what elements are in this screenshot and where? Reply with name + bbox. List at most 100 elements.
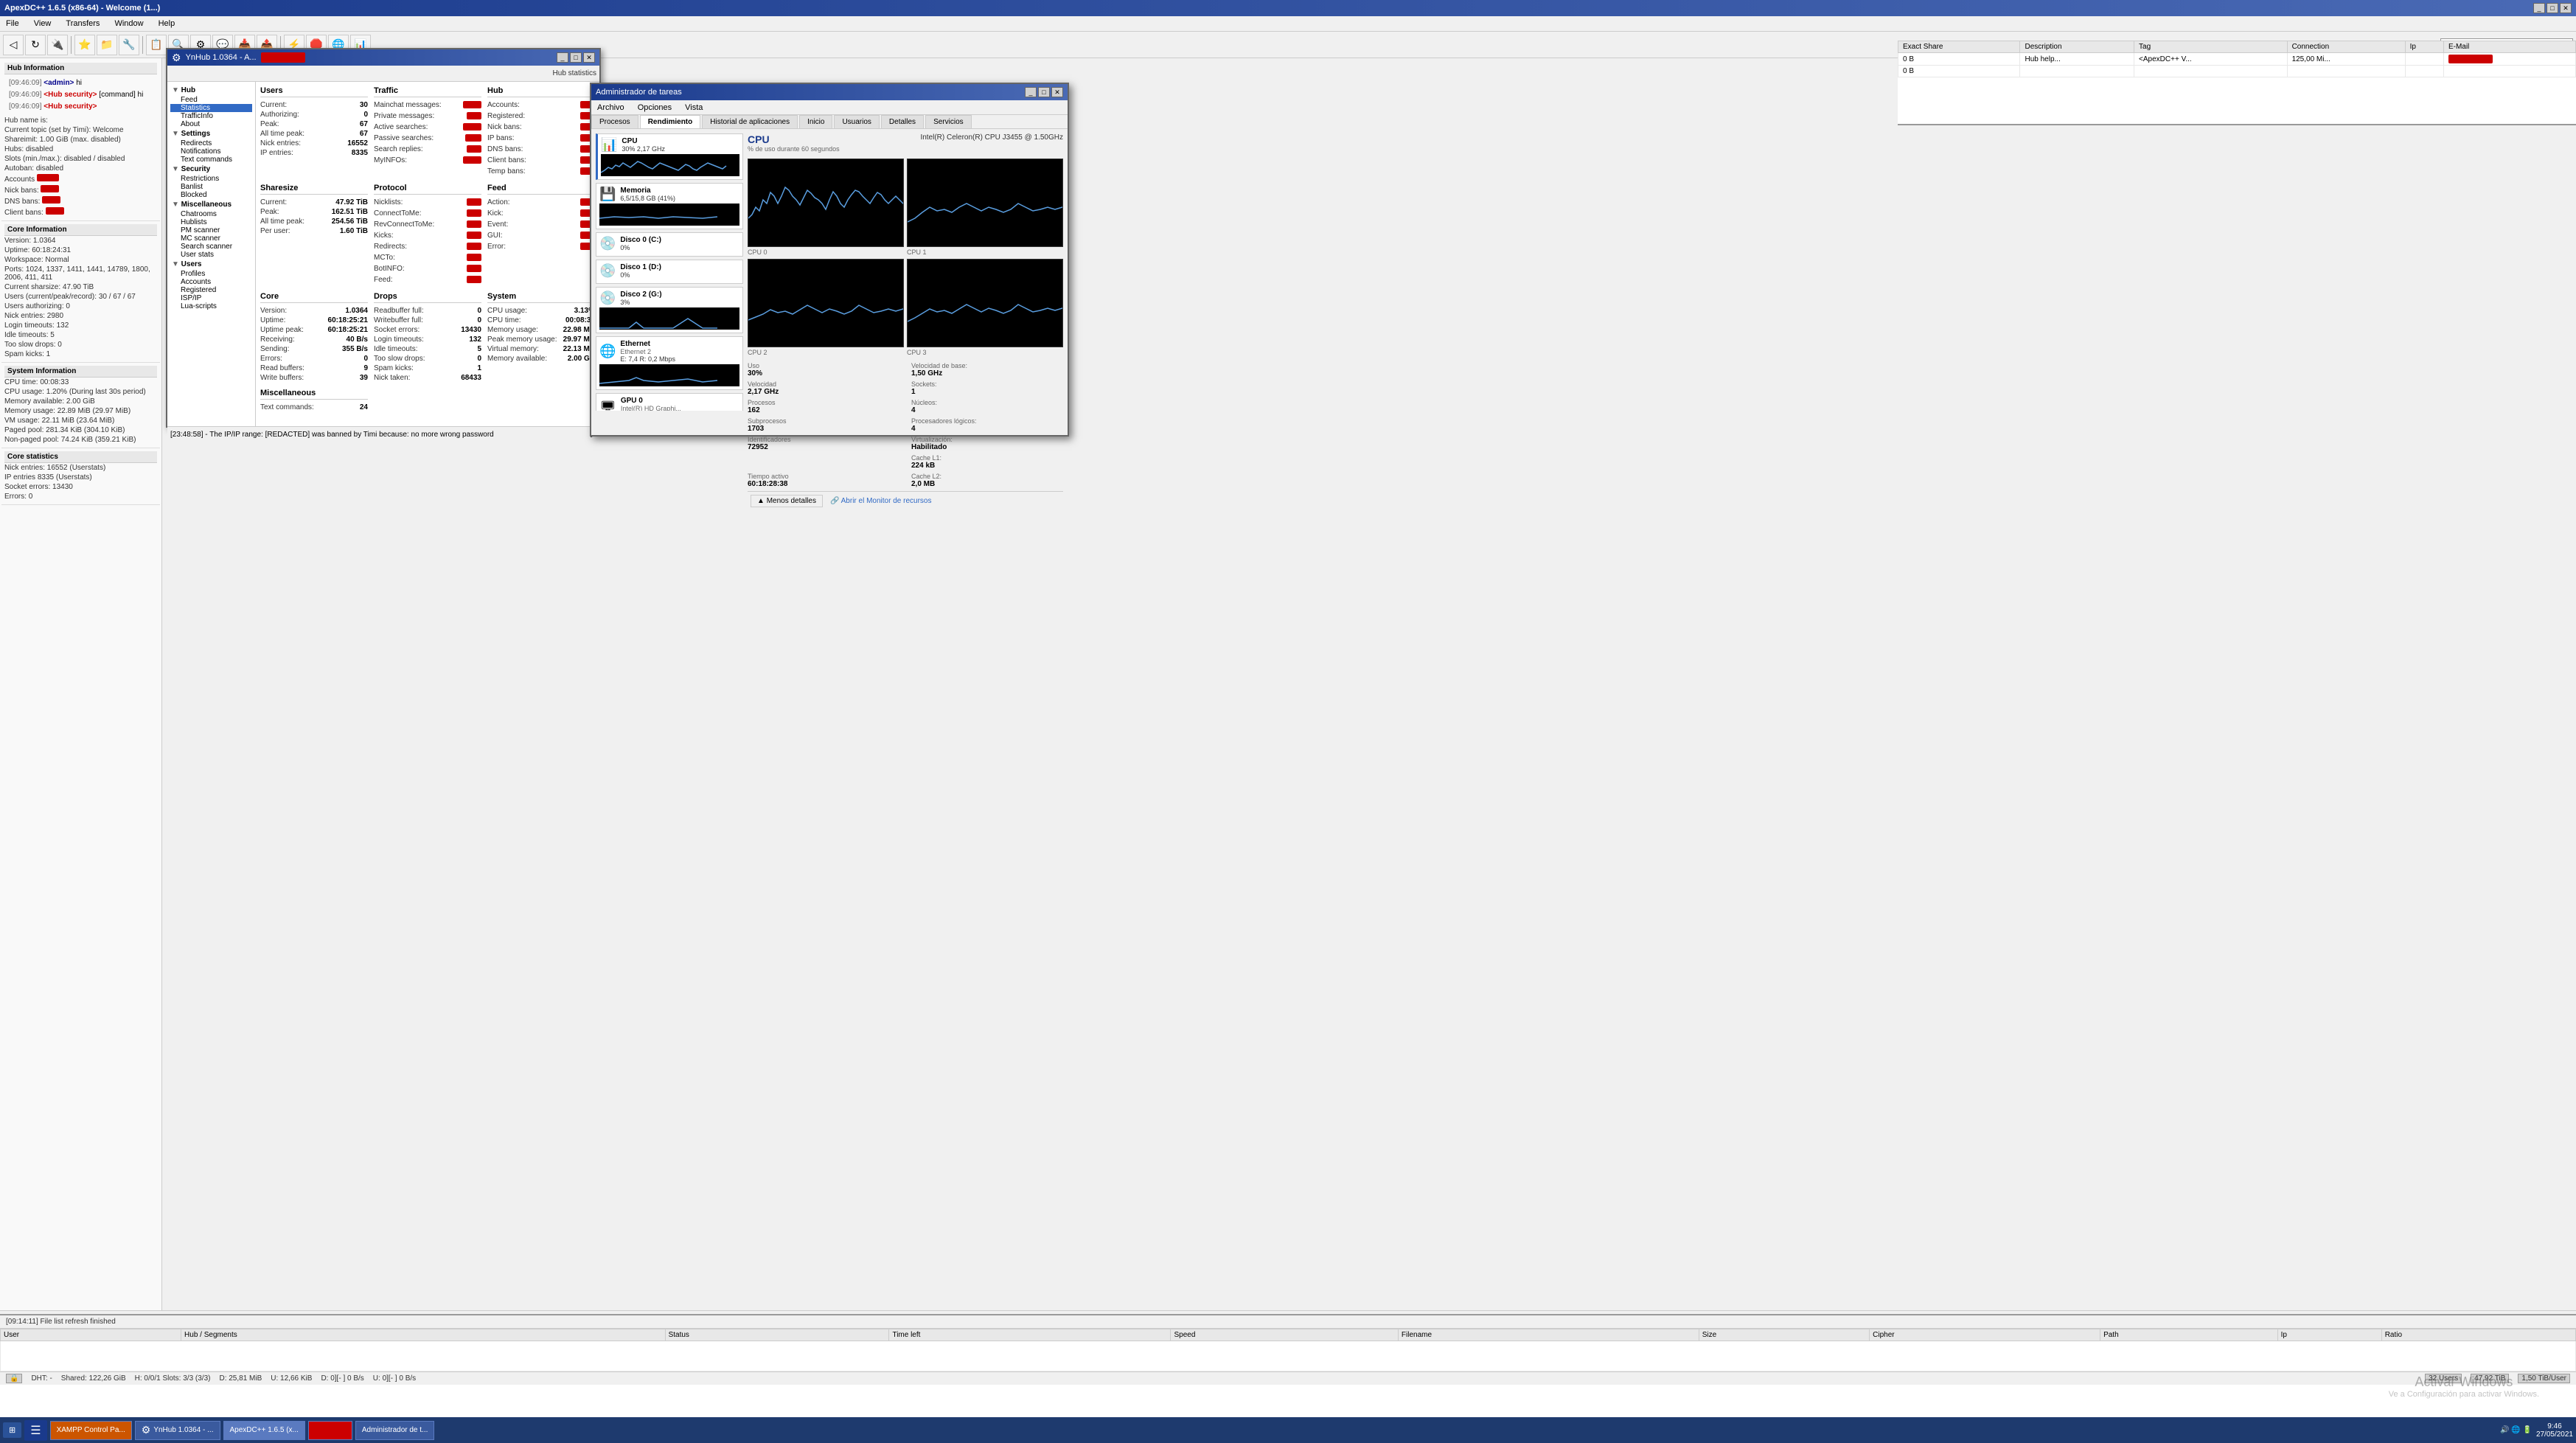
tree-trafficinfo[interactable]: TrafficInfo	[170, 112, 252, 120]
tab-rendimiento[interactable]: Rendimiento	[640, 115, 701, 128]
abrir-monitor-link[interactable]: 🔗 Abrir el Monitor de recursos	[830, 497, 932, 505]
activation-title: Activar Windows	[2389, 1374, 2539, 1390]
tree-profiles[interactable]: Profiles	[170, 270, 252, 278]
col-tag[interactable]: Tag	[2134, 41, 2288, 53]
perf-cpu[interactable]: 📊 CPU 30% 2,17 GHz	[596, 133, 743, 180]
tree-lua-scripts[interactable]: Lua-scripts	[170, 302, 252, 310]
btn3[interactable]: 🔧	[119, 35, 139, 55]
back-btn[interactable]: ◁	[3, 35, 24, 55]
start-button[interactable]: ⊞	[3, 1422, 21, 1438]
col-filename[interactable]: Filename	[1398, 1329, 1699, 1341]
menos-detalles-btn[interactable]: ▲ Menos detalles	[751, 495, 823, 507]
refresh-btn[interactable]: ↻	[25, 35, 46, 55]
tree-restrictions[interactable]: Restrictions	[170, 175, 252, 183]
tree-notifications[interactable]: Notifications	[170, 147, 252, 156]
tree-text-commands[interactable]: Text commands	[170, 156, 252, 164]
menu-view[interactable]: View	[31, 18, 55, 29]
perf-memoria[interactable]: 💾 Memoria 6,5/15,8 GB (41%)	[596, 183, 743, 229]
taskbar-clock: 9:46 27/05/2021	[2536, 1422, 2573, 1439]
col-exact-share[interactable]: Exact Share	[1898, 41, 2020, 53]
tree-about[interactable]: About	[170, 120, 252, 128]
maximize-btn[interactable]: □	[2547, 3, 2558, 13]
tree-statistics[interactable]: Statistics	[170, 104, 252, 112]
tree-users[interactable]: ▼ Users	[170, 259, 252, 270]
tree-registered[interactable]: Registered	[170, 286, 252, 294]
hub-accounts: Accounts	[4, 173, 157, 184]
ynhub-maximize[interactable]: □	[570, 52, 582, 63]
task-view-btn[interactable]: ☰	[24, 1420, 46, 1441]
conn-row-1: 0 B Hub help... <ApexDC++ V... 125,00 Mi…	[1898, 53, 2576, 66]
tree-pm-scanner[interactable]: PM scanner	[170, 226, 252, 234]
btn4[interactable]: 📋	[146, 35, 167, 55]
btn2[interactable]: 📁	[97, 35, 117, 55]
ynhub-close[interactable]: ✕	[583, 52, 595, 63]
tree-hublists[interactable]: Hublists	[170, 218, 252, 226]
tab-servicios[interactable]: Servicios	[925, 115, 972, 128]
col-email[interactable]: E-Mail	[2443, 41, 2575, 53]
menu-transfers[interactable]: Transfers	[63, 18, 102, 29]
tree-banlist[interactable]: Banlist	[170, 183, 252, 191]
tree-mc-scanner[interactable]: MC scanner	[170, 234, 252, 243]
close-btn[interactable]: ✕	[2560, 3, 2572, 13]
task-mgr-minimize[interactable]: _	[1025, 87, 1037, 97]
col-description[interactable]: Description	[2020, 41, 2134, 53]
tab-usuarios[interactable]: Usuarios	[834, 115, 879, 128]
tree-redirects[interactable]: Redirects	[170, 139, 252, 147]
tab-inicio[interactable]: Inicio	[799, 115, 832, 128]
task-mgr-maximize[interactable]: □	[1038, 87, 1050, 97]
taskbar-empty[interactable]	[308, 1421, 352, 1440]
col-user[interactable]: User	[1, 1329, 181, 1341]
col-speed[interactable]: Speed	[1171, 1329, 1398, 1341]
col-ip[interactable]: Ip	[2405, 41, 2443, 53]
minimize-btn[interactable]: _	[2533, 3, 2545, 13]
connect-btn[interactable]: 🔌	[47, 35, 68, 55]
task-mgr-archivo[interactable]: Archivo	[594, 102, 627, 114]
perf-gpu0[interactable]: 🖥 GPU 0 Intel(R) HD Graphi... 5%	[596, 393, 743, 411]
menu-file[interactable]: File	[3, 18, 22, 29]
col-size[interactable]: Size	[1699, 1329, 1869, 1341]
memory-mini-graph	[599, 204, 739, 226]
tree-settings[interactable]: ▼ Settings	[170, 128, 252, 139]
tree-feed[interactable]: Feed	[170, 96, 252, 104]
tree-miscellaneous[interactable]: ▼ Miscellaneous	[170, 199, 252, 210]
col-cipher[interactable]: Cipher	[1870, 1329, 2100, 1341]
tree-accounts[interactable]: Accounts	[170, 278, 252, 286]
col-ratio[interactable]: Ratio	[2381, 1329, 2575, 1341]
tree-chatrooms[interactable]: Chatrooms	[170, 210, 252, 218]
cpu-graph-1	[907, 159, 1063, 247]
gpu0-icon: 🖥	[599, 400, 616, 411]
tree-security[interactable]: ▼ Security	[170, 164, 252, 175]
col-ip[interactable]: Ip	[2277, 1329, 2381, 1341]
perf-ethernet[interactable]: 🌐 Ethernet Ethernet 2 E: 7,4 R: 0,2 Mbps	[596, 336, 743, 390]
menu-window[interactable]: Window	[111, 18, 146, 29]
col-path[interactable]: Path	[2100, 1329, 2278, 1341]
tab-detalles[interactable]: Detalles	[881, 115, 924, 128]
taskbar-ynhub[interactable]: ⚙ YnHub 1.0364 - ...	[135, 1421, 220, 1440]
tab-historial[interactable]: Historial de aplicaciones	[702, 115, 798, 128]
perf-disco1[interactable]: 💿 Disco 1 (D:) 0%	[596, 260, 743, 284]
col-status[interactable]: Status	[665, 1329, 889, 1341]
tree-blocked[interactable]: Blocked	[170, 191, 252, 199]
ynhub-minimize[interactable]: _	[557, 52, 568, 63]
tree-search-scanner[interactable]: Search scanner	[170, 243, 252, 251]
menu-help[interactable]: Help	[156, 18, 178, 29]
col-connection[interactable]: Connection	[2287, 41, 2405, 53]
taskbar-apexdc[interactable]: ApexDC++ 1.6.5 (x...	[223, 1421, 305, 1440]
taskbar-task-mgr[interactable]: Administrador de t...	[355, 1421, 434, 1440]
sharesize-title: Sharesize	[260, 184, 368, 195]
perf-disco2[interactable]: 💿 Disco 2 (G:) 3%	[596, 287, 743, 333]
tree-hub[interactable]: ▼ Hub	[170, 85, 252, 96]
task-mgr-close[interactable]: ✕	[1051, 87, 1063, 97]
ratio-status: D: 0][- ] 0 B/s	[321, 1374, 363, 1383]
hub-section: Hub Accounts: Registered: Nick bans: IP …	[487, 86, 595, 178]
tab-procesos[interactable]: Procesos	[591, 115, 638, 128]
col-hub-segments[interactable]: Hub / Segments	[181, 1329, 666, 1341]
taskbar-xampp[interactable]: XAMPP Control Pa...	[50, 1421, 132, 1440]
perf-disco0[interactable]: 💿 Disco 0 (C:) 0%	[596, 232, 743, 257]
task-mgr-opciones[interactable]: Opciones	[635, 102, 675, 114]
tree-user-stats[interactable]: User stats	[170, 251, 252, 259]
tree-isp-ip[interactable]: ISP/IP	[170, 294, 252, 302]
task-mgr-vista[interactable]: Vista	[682, 102, 706, 114]
col-time-left[interactable]: Time left	[889, 1329, 1171, 1341]
fav-btn[interactable]: ⭐	[74, 35, 95, 55]
